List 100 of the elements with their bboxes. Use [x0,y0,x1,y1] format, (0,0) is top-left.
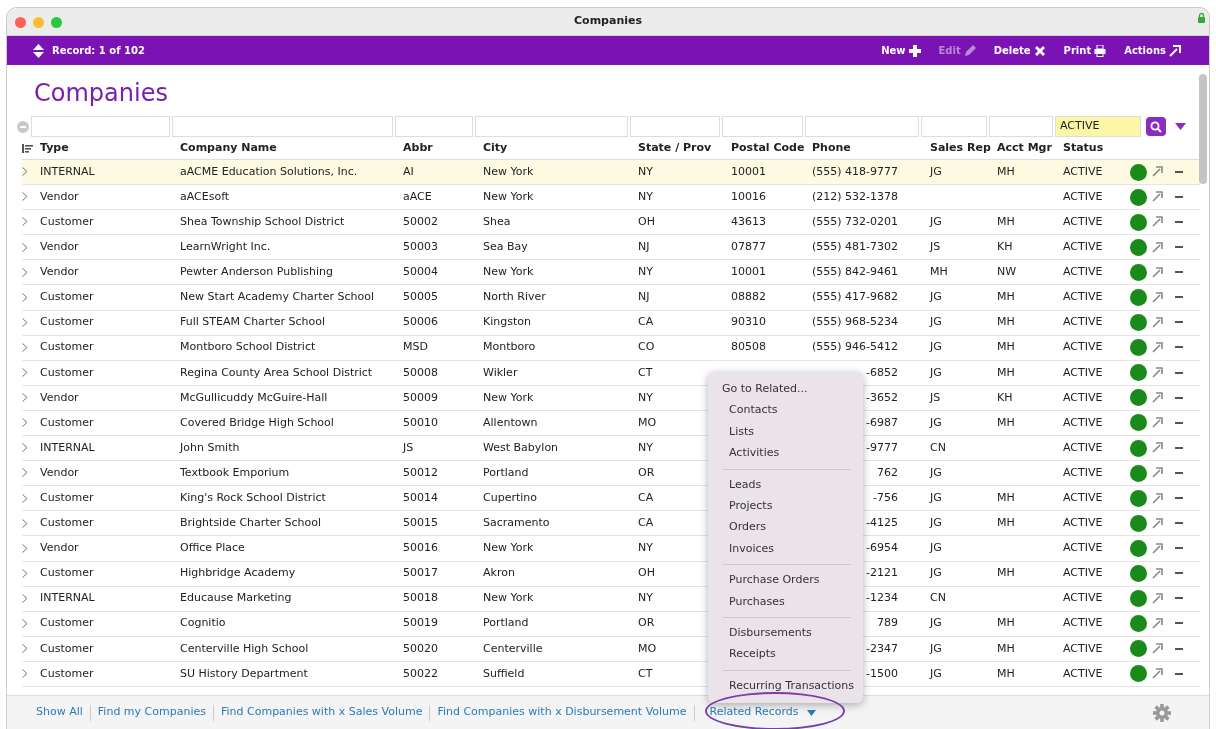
minus-icon[interactable] [1175,296,1183,299]
caret-icon[interactable] [1175,122,1186,131]
diagonal-arrow-icon[interactable] [1152,668,1163,680]
menu-item[interactable]: Purchases [708,590,863,612]
diagonal-arrow-icon[interactable] [1152,191,1163,203]
column-header[interactable]: Status [1063,141,1104,155]
column-header[interactable]: State / Prov [638,141,712,155]
menu-item[interactable]: Purchase Orders [708,569,863,591]
column-header[interactable]: Sales Rep [930,141,991,155]
diagonal-arrow-icon[interactable] [1152,216,1163,228]
footer-link[interactable]: Find my Companies [90,704,213,721]
diagonal-arrow-icon[interactable] [1152,266,1163,278]
chevron-icon[interactable] [22,167,28,177]
toolbar-button[interactable]: Delete [987,43,1052,58]
diagonal-arrow-icon[interactable] [1152,442,1163,454]
menu-item[interactable]: Receipts [708,643,863,665]
zoom-button[interactable] [51,17,62,28]
diagonal-arrow-icon[interactable] [1152,618,1163,629]
diagonal-arrow-icon[interactable] [1152,166,1163,178]
menu-item[interactable]: Contacts [708,399,863,421]
footer-link[interactable]: Show All [29,704,90,721]
filter-field[interactable] [805,116,919,137]
diagonal-arrow-icon[interactable] [1152,517,1163,529]
diagonal-arrow-icon[interactable] [1152,592,1163,604]
filter-field[interactable] [722,116,803,137]
diagonal-arrow-icon[interactable] [1152,643,1163,655]
minus-icon[interactable] [1175,271,1183,274]
chevron-icon[interactable] [22,292,28,302]
column-header[interactable]: Acct Mgr [997,141,1052,155]
chevron-icon[interactable] [22,368,28,378]
chevron-icon[interactable] [22,267,28,277]
minus-icon[interactable] [1175,346,1183,349]
chevron-icon[interactable] [22,468,28,478]
diagonal-arrow-icon[interactable] [1152,492,1163,504]
minus-icon[interactable] [1175,547,1183,550]
minus-icon[interactable] [1175,321,1183,324]
filter-field[interactable] [475,116,628,137]
menu-item[interactable]: Orders [708,516,863,538]
column-header[interactable]: Abbr [403,141,433,155]
chevron-icon[interactable] [22,669,28,679]
minus-icon[interactable] [1175,446,1183,449]
chevron-icon[interactable] [22,644,28,654]
close-button[interactable] [15,17,26,28]
chevron-icon[interactable] [22,543,28,553]
minus-icon[interactable] [1175,572,1183,575]
diagonal-arrow-icon[interactable] [1152,542,1163,554]
toolbar-button[interactable]: New [875,43,927,58]
chevron-icon[interactable] [22,393,28,403]
minus-icon[interactable] [1175,471,1183,474]
diagonal-arrow-icon[interactable] [1152,367,1163,379]
chevron-icon[interactable] [22,593,28,603]
chevron-icon[interactable] [22,443,28,453]
filter-field[interactable] [395,116,473,137]
menu-item[interactable]: Invoices [708,537,863,560]
diagonal-arrow-icon[interactable] [1152,241,1163,253]
minus-icon[interactable] [1175,246,1183,249]
minus-icon[interactable] [1175,672,1183,675]
minus-icon[interactable] [1175,647,1183,650]
chevron-icon[interactable] [22,342,28,352]
chevron-icon[interactable] [22,192,28,202]
chevron-icon[interactable] [22,317,28,327]
column-header[interactable]: City [483,141,508,155]
column-header[interactable]: Type [40,141,69,155]
chevron-icon[interactable] [22,619,28,628]
chevron-icon[interactable] [22,242,28,252]
minus-icon[interactable] [1175,170,1183,173]
minus-icon[interactable] [1175,421,1183,424]
minus-icon[interactable] [1175,622,1183,625]
menu-item[interactable]: Disbursements [708,621,863,644]
menu-item[interactable]: Activities [708,442,863,464]
up-down-arrows-icon[interactable] [33,43,44,58]
sort-icon[interactable] [22,143,33,153]
settings-icon[interactable] [1153,703,1171,722]
scrollbar[interactable] [1199,74,1207,184]
minus-icon[interactable] [1175,597,1183,600]
filter-field[interactable] [172,116,393,137]
column-header[interactable]: Phone [812,141,851,155]
minus-icon[interactable] [1175,522,1183,525]
related-records-menu-button[interactable]: Related Records [702,704,823,721]
toolbar-button[interactable]: Print [1057,43,1113,58]
diagonal-arrow-icon[interactable] [1152,417,1163,429]
menu-item[interactable]: Leads [708,473,863,495]
minus-icon[interactable] [1175,195,1183,198]
chevron-icon[interactable] [22,493,28,503]
filter-field[interactable] [31,116,170,137]
chevron-icon[interactable] [22,568,28,578]
menu-item[interactable]: Projects [708,494,863,517]
diagonal-arrow-icon[interactable] [1152,392,1163,404]
diagonal-arrow-icon[interactable] [1152,467,1163,479]
chevron-icon[interactable] [22,217,28,227]
diagonal-arrow-icon[interactable] [1152,316,1163,328]
diagonal-arrow-icon[interactable] [1152,341,1163,353]
menu-item[interactable]: Recurring Transactions [708,674,863,697]
column-header[interactable]: Postal Code [731,141,805,155]
status-filter-field[interactable]: ACTIVE [1055,116,1141,137]
filter-field[interactable] [921,116,987,137]
chevron-icon[interactable] [22,518,28,528]
chevron-icon[interactable] [22,418,28,428]
column-header[interactable]: Company Name [180,141,277,155]
footer-link[interactable]: Find Companies with x Disbursement Volume [430,704,694,721]
